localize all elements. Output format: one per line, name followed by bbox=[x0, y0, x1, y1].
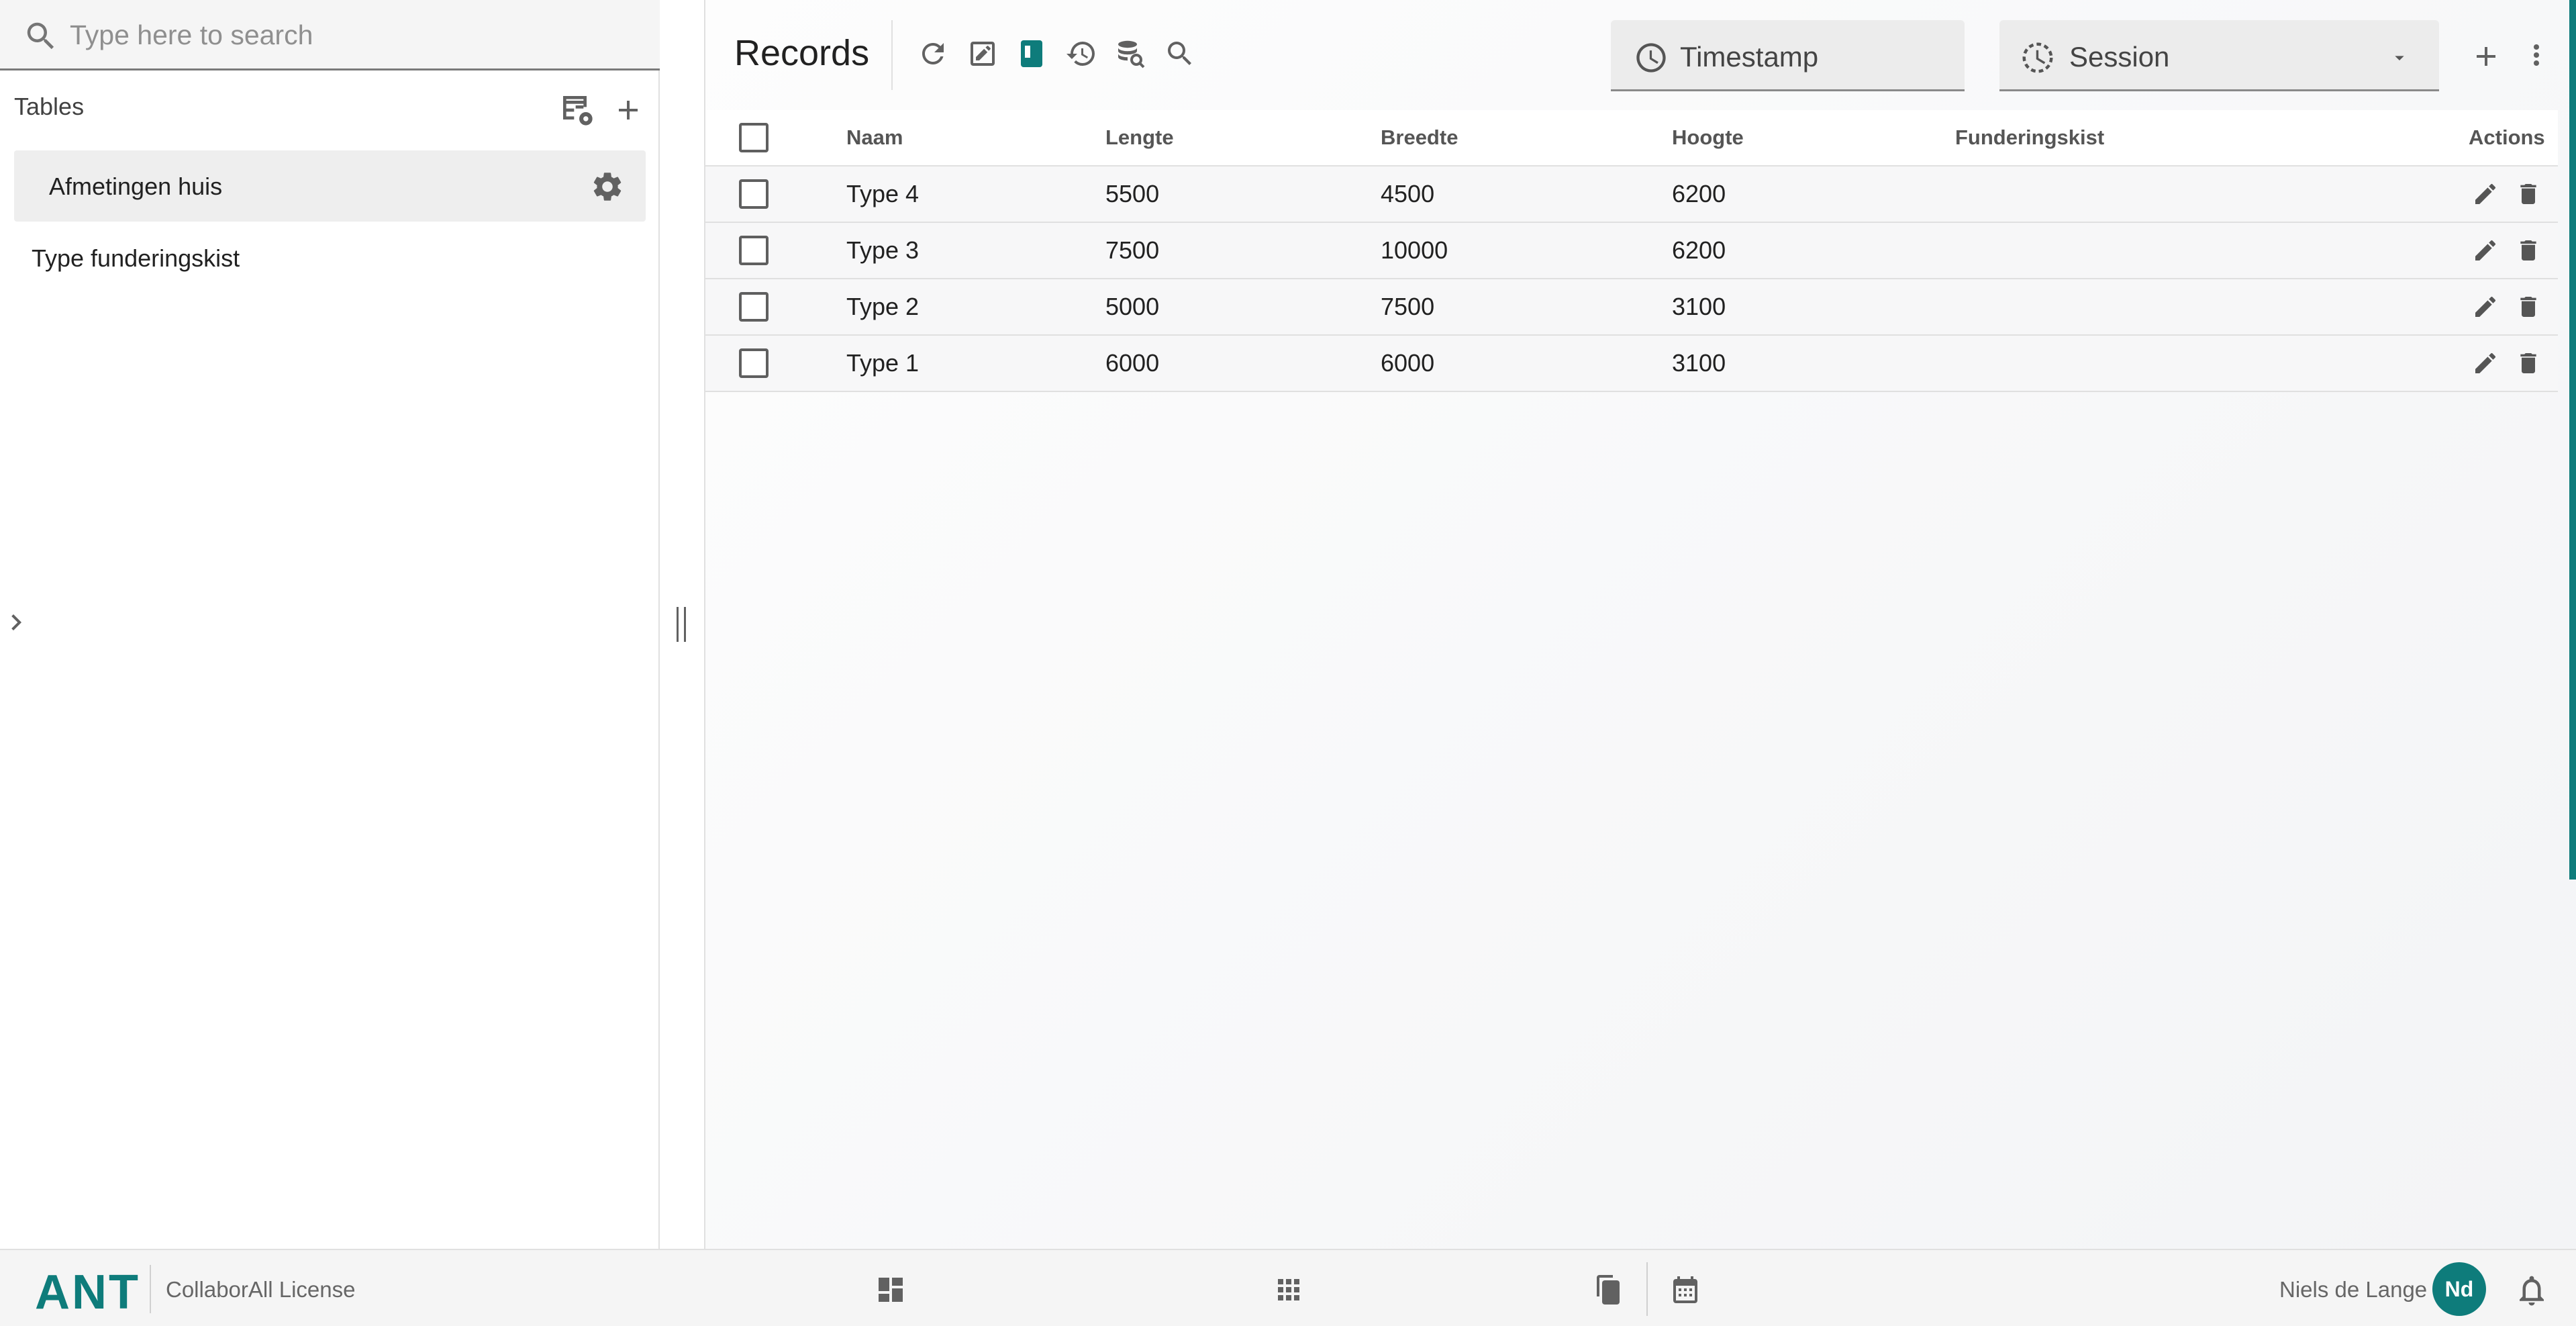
refresh-icon[interactable] bbox=[917, 38, 949, 70]
table-body: Type 4 5500 4500 6200 Type 3 7500 10000 6200 Typ… bbox=[705, 167, 2558, 392]
session-clock-icon bbox=[2020, 40, 2056, 76]
column-header-actions: Actions bbox=[2469, 126, 2545, 149]
cell-naam: Type 1 bbox=[846, 349, 920, 377]
table-item-afmetingen-huis[interactable]: Afmetingen huis bbox=[14, 150, 646, 222]
cell-naam: Type 2 bbox=[846, 293, 920, 320]
cell-lengte: 7500 bbox=[1105, 236, 1160, 264]
row-checkbox-cell bbox=[739, 336, 769, 391]
column-header-funderingskist[interactable]: Funderingskist bbox=[1955, 110, 2104, 165]
search-input[interactable] bbox=[70, 13, 634, 56]
bell-icon[interactable] bbox=[2514, 1272, 2550, 1309]
cell-breedte: 6000 bbox=[1381, 349, 1435, 377]
clipboard-icon[interactable] bbox=[1591, 1274, 1624, 1306]
pencil-icon[interactable] bbox=[2472, 181, 2499, 207]
row-actions bbox=[2472, 223, 2542, 278]
trash-icon[interactable] bbox=[2515, 181, 2542, 207]
cell-naam: Type 4 bbox=[846, 180, 920, 207]
row-checkbox[interactable] bbox=[739, 236, 769, 265]
sidebar: Tables Afmetingen huis Type funderingski… bbox=[0, 0, 660, 1249]
session-select[interactable]: Session bbox=[1999, 20, 2439, 91]
row-checkbox-cell bbox=[739, 167, 769, 222]
footer-bar: ANT CollaborAll License Niels de Lange N… bbox=[0, 1249, 2576, 1326]
row-checkbox-cell bbox=[739, 223, 769, 278]
session-label: Session bbox=[2069, 41, 2170, 73]
records-table: Naam Lengte Breedte Hoogte Funderingskis… bbox=[705, 110, 2558, 392]
cell-breedte: 7500 bbox=[1381, 293, 1435, 320]
column-header-naam[interactable]: Naam bbox=[846, 110, 903, 165]
table-row[interactable]: Type 4 5500 4500 6200 bbox=[705, 167, 2558, 223]
cell-hoogte: 3100 bbox=[1672, 293, 1726, 320]
add-table-icon[interactable] bbox=[612, 94, 644, 126]
cell-lengte: 5000 bbox=[1105, 293, 1160, 320]
row-actions bbox=[2472, 167, 2542, 222]
search-icon bbox=[23, 18, 59, 54]
pencil-icon[interactable] bbox=[2472, 237, 2499, 264]
database-search-icon[interactable] bbox=[1114, 38, 1146, 70]
tables-heading: Tables bbox=[14, 93, 85, 120]
add-record-icon[interactable] bbox=[2470, 40, 2502, 73]
cell-hoogte: 6200 bbox=[1672, 180, 1726, 207]
records-panel: Records Timestamp Session Naam Lengte Br… bbox=[704, 0, 2576, 1249]
timestamp-label: Timestamp bbox=[1680, 41, 1819, 73]
table-header-row: Naam Lengte Breedte Hoogte Funderingskis… bbox=[705, 110, 2558, 167]
table-item-type-funderingskist[interactable]: Type funderingskist bbox=[32, 244, 240, 273]
column-header-lengte[interactable]: Lengte bbox=[1105, 110, 1174, 165]
cell-lengte: 5500 bbox=[1105, 180, 1160, 207]
cell-lengte: 6000 bbox=[1105, 349, 1160, 377]
license-text: CollaborAll License bbox=[166, 1277, 356, 1302]
trash-icon[interactable] bbox=[2515, 350, 2542, 377]
page-title: Records bbox=[734, 33, 870, 73]
cell-hoogte: 3100 bbox=[1672, 349, 1726, 377]
table-settings-icon[interactable] bbox=[558, 91, 596, 129]
dashboard-icon[interactable] bbox=[875, 1274, 907, 1306]
table-row[interactable]: Type 1 6000 6000 3100 bbox=[705, 336, 2558, 392]
footer-divider bbox=[1646, 1262, 1648, 1316]
calendar-icon[interactable] bbox=[1669, 1274, 1701, 1306]
search-bar bbox=[0, 0, 660, 70]
table-item-label: Afmetingen huis bbox=[49, 173, 223, 200]
records-toolbar: Records Timestamp Session bbox=[705, 0, 2576, 110]
search-icon[interactable] bbox=[1164, 38, 1196, 70]
cell-naam: Type 3 bbox=[846, 236, 920, 264]
chevron-right-icon[interactable] bbox=[0, 606, 32, 638]
panel-splitter-handle[interactable] bbox=[671, 606, 691, 643]
column-header-breedte[interactable]: Breedte bbox=[1381, 110, 1458, 165]
toolbar-divider bbox=[891, 20, 893, 90]
caret-down-icon[interactable] bbox=[2386, 47, 2413, 68]
pencil-icon[interactable] bbox=[2472, 350, 2499, 377]
cell-hoogte: 6200 bbox=[1672, 236, 1726, 264]
cell-breedte: 4500 bbox=[1381, 180, 1435, 207]
footer-divider bbox=[150, 1265, 151, 1313]
row-checkbox[interactable] bbox=[739, 292, 769, 322]
column-header-hoogte[interactable]: Hoogte bbox=[1672, 110, 1744, 165]
row-checkbox-cell bbox=[739, 279, 769, 334]
row-actions bbox=[2472, 336, 2542, 391]
trash-icon[interactable] bbox=[2515, 237, 2542, 264]
timestamp-field[interactable]: Timestamp bbox=[1611, 20, 1965, 91]
more-vert-icon[interactable] bbox=[2520, 39, 2553, 71]
brand-logo[interactable]: ANT bbox=[35, 1265, 140, 1320]
apps-grid-icon[interactable] bbox=[1273, 1274, 1305, 1306]
table-row[interactable]: Type 3 7500 10000 6200 bbox=[705, 223, 2558, 279]
row-checkbox[interactable] bbox=[739, 348, 769, 378]
row-checkbox[interactable] bbox=[739, 179, 769, 209]
clock-icon bbox=[1634, 40, 1669, 75]
cell-breedte: 10000 bbox=[1381, 236, 1448, 264]
edit-icon[interactable] bbox=[967, 38, 999, 70]
trash-icon[interactable] bbox=[2515, 293, 2542, 320]
history-icon[interactable] bbox=[1065, 38, 1097, 70]
scrollbar[interactable] bbox=[2569, 0, 2576, 880]
user-name[interactable]: Niels de Lange bbox=[2279, 1277, 2427, 1303]
table-row[interactable]: Type 2 5000 7500 3100 bbox=[705, 279, 2558, 336]
select-all-checkbox[interactable] bbox=[739, 123, 769, 152]
panel-icon[interactable] bbox=[1015, 38, 1048, 70]
avatar[interactable]: Nd bbox=[2432, 1262, 2486, 1316]
gear-icon[interactable] bbox=[590, 169, 625, 204]
row-actions bbox=[2472, 279, 2542, 334]
pencil-icon[interactable] bbox=[2472, 293, 2499, 320]
